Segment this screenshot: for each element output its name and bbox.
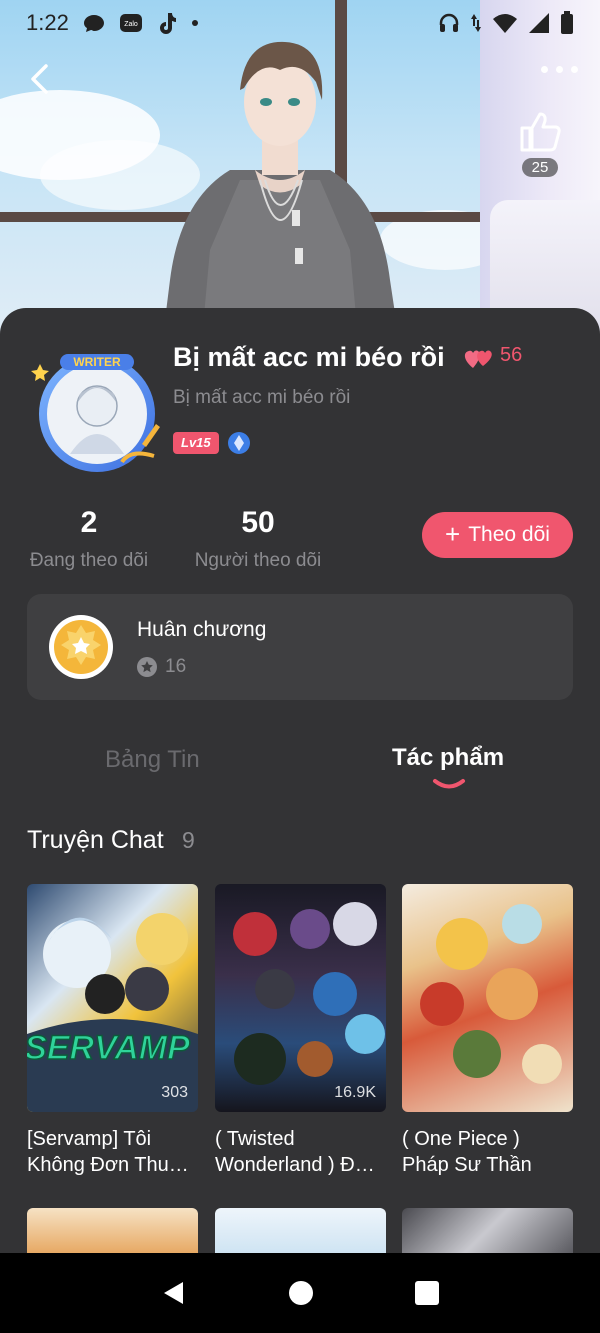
like-count: 25 — [521, 158, 559, 177]
nav-back-button[interactable] — [161, 1280, 187, 1306]
data-arrows-icon — [471, 14, 481, 32]
profile-banner — [0, 0, 600, 360]
diamond-badge-icon — [228, 432, 250, 454]
tab-active-indicator — [433, 779, 465, 789]
cover-art — [233, 902, 385, 1085]
cover-logo-text: SERVAMP — [27, 1029, 190, 1067]
story-card[interactable]: 16.9K ( Twisted Wonderland ) Đ… — [215, 884, 386, 1178]
followers-count: 50 — [241, 506, 275, 539]
heart-count: 56 — [500, 344, 523, 366]
follow-button[interactable]: + Theo dõi — [422, 512, 573, 558]
following-count: 2 — [80, 506, 98, 539]
followers-label: Người theo dõi — [194, 550, 322, 571]
nav-home-button[interactable] — [289, 1281, 313, 1305]
nav-recents-button[interactable] — [415, 1281, 439, 1305]
story-card-partial[interactable] — [27, 1208, 198, 1253]
level-badge: Lv15 — [173, 432, 219, 454]
tiktok-icon — [159, 13, 176, 34]
story-card[interactable]: ( One Piece ) Pháp Sư Thần — [402, 884, 573, 1178]
story-title: ( One Piece ) Pháp Sư Thần — [402, 1126, 573, 1178]
zalo-icon: Zalo — [119, 14, 142, 32]
story-view-count: 16.9K — [334, 1084, 376, 1101]
chevron-left-icon — [31, 64, 48, 94]
story-title-line1: ( One Piece ) — [402, 1128, 520, 1150]
plus-icon: + — [445, 519, 461, 549]
followers-stat[interactable]: 50 Người theo dõi — [191, 506, 325, 572]
tab-works[interactable]: Tác phẩm — [392, 744, 504, 772]
hearts-icon — [464, 350, 492, 368]
story-card-partial[interactable] — [402, 1208, 573, 1253]
story-title-line2: Không Đơn Thu… — [27, 1154, 189, 1176]
story-card-partial[interactable] — [215, 1208, 386, 1253]
triangle-back-icon — [164, 1282, 183, 1304]
section-count: 9 — [182, 827, 195, 853]
following-stat[interactable]: 2 Đang theo dõi — [27, 506, 151, 572]
battery-icon — [561, 11, 573, 34]
cover-art — [420, 904, 562, 1084]
story-card[interactable]: SERVAMP 303 [Servamp] Tôi Không Đơn Thu… — [27, 884, 198, 1178]
medal-count: 16 — [165, 656, 187, 677]
status-app-icons: Zalo — [83, 12, 199, 34]
tab-feed[interactable]: Bảng Tin — [105, 746, 200, 774]
profile-name: Bị mất acc mi béo rồi — [173, 342, 445, 372]
story-title: [Servamp] Tôi Không Đơn Thu… — [27, 1126, 198, 1178]
chat-bubble-icon — [83, 15, 104, 32]
avatar-badge-text: WRITER — [73, 355, 121, 369]
status-bar: 1:22 Zalo — [0, 0, 600, 46]
back-button[interactable] — [24, 62, 58, 96]
signal-icon — [529, 13, 549, 33]
story-title-line2: Pháp Sư Thần — [402, 1154, 532, 1176]
status-time: 1:22 — [26, 10, 69, 35]
story-title: ( Twisted Wonderland ) Đ… — [215, 1126, 386, 1178]
status-system-icons — [438, 11, 574, 35]
profile-card: WRITER Bị mất acc mi béo rồi 56 Bị mất a… — [0, 308, 600, 1253]
profile-subtitle: Bị mất acc mi béo rồi — [173, 387, 351, 408]
story-cover: SERVAMP 303 — [27, 884, 198, 1112]
headset-icon — [439, 13, 459, 32]
dot — [556, 66, 563, 73]
following-label: Đang theo dõi — [29, 550, 149, 571]
story-cover — [402, 884, 573, 1112]
medal-count-row: 16 — [137, 656, 186, 678]
medal-icon — [49, 615, 113, 679]
dot-icon — [191, 20, 198, 26]
more-options-button[interactable] — [541, 66, 578, 73]
dot — [571, 66, 578, 73]
story-view-count: 303 — [161, 1084, 188, 1101]
thumbs-up-icon — [520, 112, 561, 152]
zalo-icon-text: Zalo — [124, 21, 138, 28]
avatar[interactable]: WRITER — [30, 344, 164, 478]
cover-art: SERVAMP — [27, 913, 198, 1112]
medal-title: Huân chương — [137, 618, 267, 641]
medal-card[interactable]: Huân chương 16 — [27, 594, 573, 700]
story-title-line1: ( Twisted — [215, 1128, 295, 1150]
story-title-line1: [Servamp] Tôi — [27, 1128, 152, 1150]
dot — [541, 66, 548, 73]
story-title-line2: Wonderland ) Đ… — [215, 1154, 375, 1176]
wifi-icon — [493, 14, 517, 33]
system-nav-bar — [0, 1253, 600, 1333]
follow-button-label: Theo dõi — [468, 523, 550, 546]
star-circle-icon — [137, 657, 157, 677]
section-title: Truyện Chat — [27, 826, 164, 854]
story-cover: 16.9K — [215, 884, 386, 1112]
like-button[interactable]: 25 — [518, 110, 562, 177]
